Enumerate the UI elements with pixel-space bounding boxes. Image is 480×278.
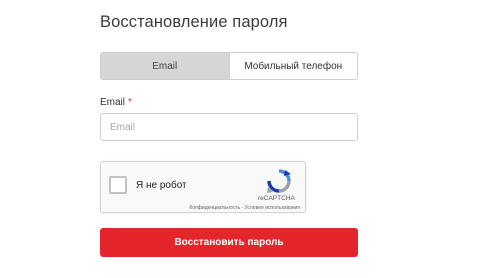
required-mark: * bbox=[128, 97, 132, 108]
recaptcha-logo-icon bbox=[267, 169, 291, 193]
recaptcha-label: Я не робот bbox=[136, 180, 187, 191]
recaptcha-checkbox[interactable] bbox=[109, 176, 127, 194]
email-label-text: Email bbox=[100, 97, 126, 108]
email-field-label: Email * bbox=[100, 97, 132, 108]
tab-email[interactable]: Email bbox=[101, 53, 229, 79]
email-field[interactable] bbox=[100, 113, 358, 141]
recovery-method-tabs: Email Мобильный телефон bbox=[100, 52, 358, 80]
recaptcha-brand: reCAPTCHA bbox=[258, 195, 295, 202]
tab-mobile-phone[interactable]: Мобильный телефон bbox=[228, 53, 357, 79]
page-title: Восстановление пароля bbox=[100, 13, 288, 31]
recaptcha-links[interactable]: Конфиденциальность - Условия использован… bbox=[189, 205, 300, 211]
recaptcha-widget: Я не робот reCAPTCHA Конфиденциальность … bbox=[100, 161, 306, 213]
restore-password-button[interactable]: Восстановить пароль bbox=[100, 228, 358, 257]
